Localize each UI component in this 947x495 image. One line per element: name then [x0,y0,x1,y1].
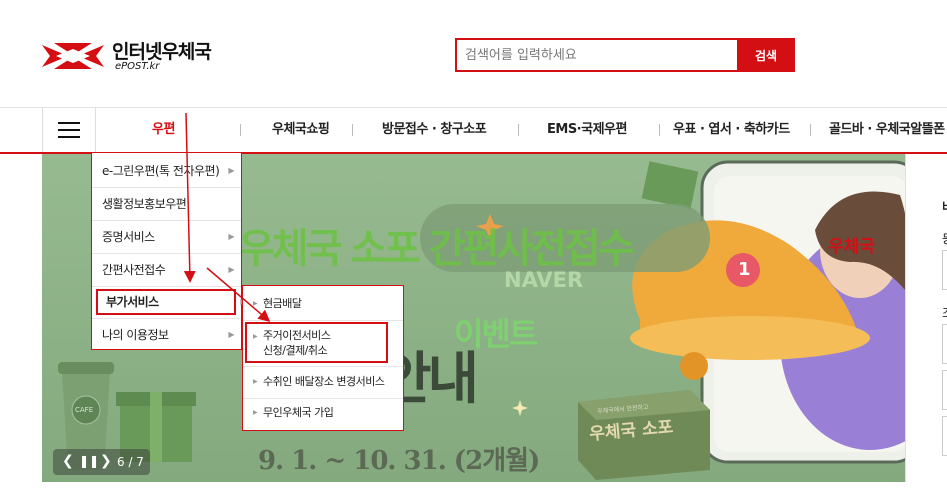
event-period: 9. 1. ~ 10. 31. (2개월) [258,446,540,476]
right-panel-char-2: 등 [942,230,947,247]
dropdown-item-simple-reception[interactable]: 간편사전접수 ▶ [92,254,241,286]
dropdown-item-label: 증명서비스 [102,230,155,244]
gnb-item-ems[interactable]: EMS·국제우편 [547,108,627,152]
dropdown-item-e-green[interactable]: e-그린우편(톡 전자우편) ▶ [92,155,241,187]
gnb-separator [659,124,660,136]
dropdown-item-label: 생활정보홍보우편 [102,197,187,211]
banner-headline: 우체국 소포 간편사전접수 [238,226,635,272]
additional-services-submenu: ▶ 현금배달 ▶ 주거이전서비스 신청/결제/취소 ▶ 수취인 배달장소 변경서… [242,285,404,431]
chevron-right-icon: ▶ [228,166,234,175]
right-panel-field[interactable] [942,370,947,410]
right-panel-field[interactable] [942,416,947,456]
gnb-item-visit[interactable]: 방문접수 · 창구소포 [382,108,487,152]
dropdown-item-my-usage[interactable]: 나의 이용정보 ▶ [92,319,241,351]
cup-label: CAFE [75,406,94,414]
submenu-item-unmanned-post[interactable]: ▶ 무인우체국 가입 [243,401,403,425]
gnb-item-stamps[interactable]: 우표 · 엽서 · 축하카드 [673,108,790,152]
divider [92,286,241,287]
right-panel-field[interactable] [942,324,947,364]
epost-logo-icon [42,43,104,69]
chevron-right-icon: ▶ [228,330,234,339]
gnb-separator [240,124,241,136]
naver-badge: NAVER [504,268,584,292]
logo-subtitle: ePOST.kr [115,61,160,72]
gnb-separator [810,124,811,136]
dropdown-item-certification[interactable]: 증명서비스 ▶ [92,221,241,253]
epost-logo[interactable]: 인터넷우체국 ePOST.kr [42,37,232,77]
caret-right-icon: ▶ [253,409,258,416]
pause-icon[interactable]: ❚❚ [79,454,99,468]
submenu-item-label: 현금배달 [263,297,302,310]
right-side-panel: 비 등 조 [905,154,947,482]
caret-right-icon: ▶ [253,378,258,385]
submenu-item-cash-delivery[interactable]: ▶ 현금배달 [243,292,403,316]
submenu-item-label: 무인우체국 가입 [263,406,334,419]
dropdown-item-label: 나의 이용정보 [102,328,169,342]
caret-right-icon: ▶ [253,300,258,307]
divider [243,366,403,367]
dropdown-item-lifeinfo[interactable]: 생활정보홍보우편 [92,188,241,220]
next-slide-icon[interactable]: ❯ [100,453,112,469]
search-button[interactable]: 검색 [737,38,795,72]
divider [243,398,403,399]
mail-dropdown-menu: e-그린우편(톡 전자우편) ▶ 생활정보홍보우편 증명서비스 ▶ 간편사전접수… [91,152,246,351]
slider-controls: ❮ ❚❚ ❯ 6 / 7 [53,449,150,475]
chevron-right-icon: ▶ [228,265,234,274]
slide-counter: 6 / 7 [117,455,144,469]
dropdown-item-label: 간편사전접수 [102,263,166,277]
chevron-right-icon: ▶ [228,232,234,241]
gnb-item-mail[interactable]: 우편 [152,108,175,152]
global-nav: 우편 우체국쇼핑 방문접수 · 창구소포 EMS·국제우편 우표 · 엽서 · … [0,108,947,154]
highlight-box [245,322,388,363]
gnb-separator [518,124,519,136]
gnb-item-gold[interactable]: 골드바 · 우체국알뜰폰 [829,108,945,152]
dropdown-item-label: e-그린우편(톡 전자우편) [102,164,220,178]
submenu-item-delivery-change[interactable]: ▶ 수취인 배달장소 변경서비스 [243,370,403,394]
logo-title: 인터넷우체국 [112,41,212,63]
dropdown-item-label: 부가서비스 [106,295,159,309]
search-input[interactable] [457,40,733,70]
search-box [455,38,737,72]
gnb-separator [352,124,353,136]
right-panel-char-3: 조 [942,304,947,321]
notification-count: 1 [738,259,751,280]
right-panel-field[interactable] [942,250,947,290]
dropdown-item-additional-services[interactable]: 부가서비스 ▶ [96,289,246,315]
site-header: 인터넷우체국 ePOST.kr 검색 [0,0,947,108]
divider [243,320,403,321]
menu-icon[interactable] [42,108,96,152]
gnb-item-shopping[interactable]: 우체국쇼핑 [272,108,330,152]
submenu-item-label: 수취인 배달장소 변경서비스 [263,375,385,388]
phone-brand: 우체국 [828,237,875,257]
right-panel-char-1: 비 [942,198,947,215]
prev-slide-icon[interactable]: ❮ [62,453,74,469]
